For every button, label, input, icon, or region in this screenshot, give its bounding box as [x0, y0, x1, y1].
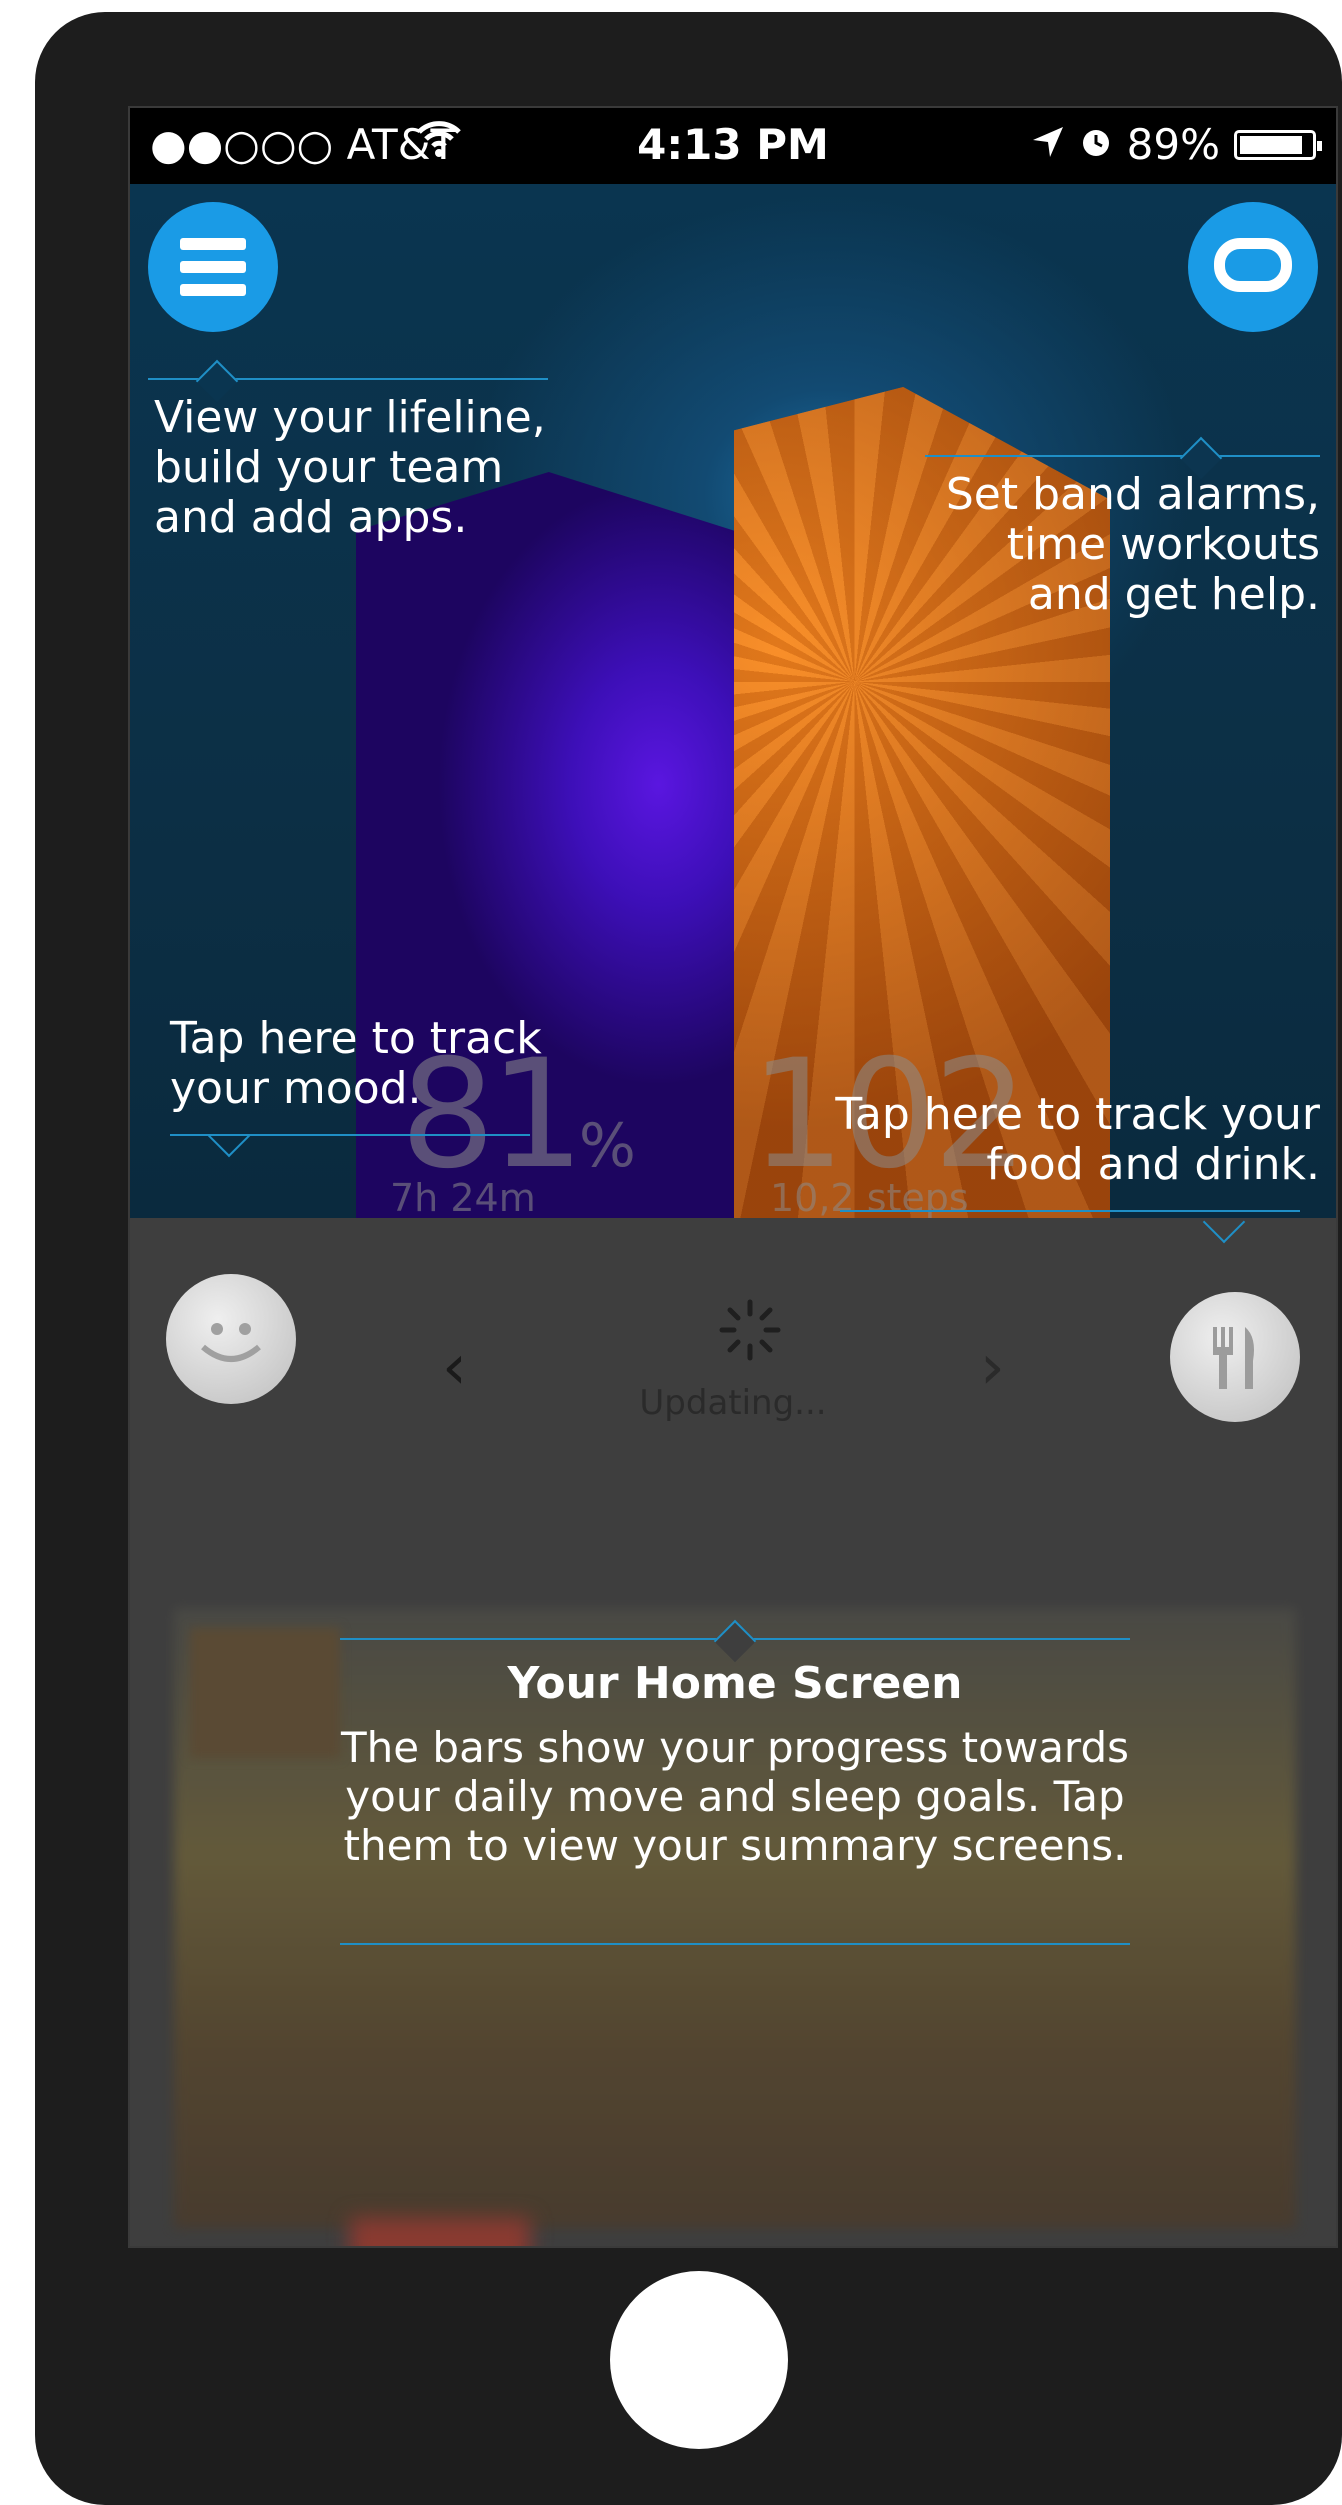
home-tip-title: Your Home Screen	[507, 1658, 963, 1709]
alarm-clock-icon	[1079, 120, 1113, 169]
loading-spinner-icon	[718, 1298, 782, 1377]
home-screen-tip: Your Home Screen The bars show your prog…	[340, 1658, 1130, 1870]
menu-button[interactable]	[148, 202, 278, 332]
tip-line	[340, 1943, 1130, 1945]
status-bar: ●●○○○ AT&T 4:13 PM 89%	[130, 108, 1336, 184]
sleep-unit: %	[578, 1111, 636, 1181]
battery-percent: 89%	[1126, 120, 1220, 169]
home-tip-body: The bars show your progress towards your…	[340, 1723, 1130, 1870]
mood-tip: Tap here to track your mood.	[170, 1013, 542, 1114]
chat-button[interactable]	[1188, 202, 1318, 332]
lifeline-tip: View your lifeline, build your team and …	[154, 392, 546, 543]
tip-line	[925, 455, 1320, 457]
updating-status: Updating...	[639, 1383, 827, 1423]
fork-knife-icon	[1170, 1292, 1300, 1422]
location-arrow-icon	[1031, 120, 1065, 169]
battery-icon	[1234, 129, 1322, 160]
menu-line	[180, 284, 246, 296]
sleep-duration: 7h 24m	[390, 1176, 536, 1220]
menu-line	[180, 261, 246, 273]
hamburger-menu-icon	[180, 238, 246, 250]
chevron-right-icon[interactable]: ›	[980, 1330, 1005, 1403]
food-button[interactable]	[1170, 1292, 1300, 1422]
phone-frame: ●●○○○ AT&T 4:13 PM 89% 81% 7h 24m 102 10…	[35, 12, 1342, 2505]
blurred-thumbnail	[190, 1628, 340, 1758]
app-screen: ●●○○○ AT&T 4:13 PM 89% 81% 7h 24m 102 10…	[128, 106, 1338, 2248]
food-tip: Tap here to track your food and drink.	[835, 1089, 1320, 1190]
speech-bubble-icon	[1214, 238, 1292, 292]
status-right-group: 89%	[1031, 120, 1322, 169]
alarms-tip: Set band alarms, time workouts and get h…	[945, 469, 1320, 620]
blurred-food-photo	[350, 2218, 530, 2246]
home-button[interactable]	[610, 2271, 788, 2449]
